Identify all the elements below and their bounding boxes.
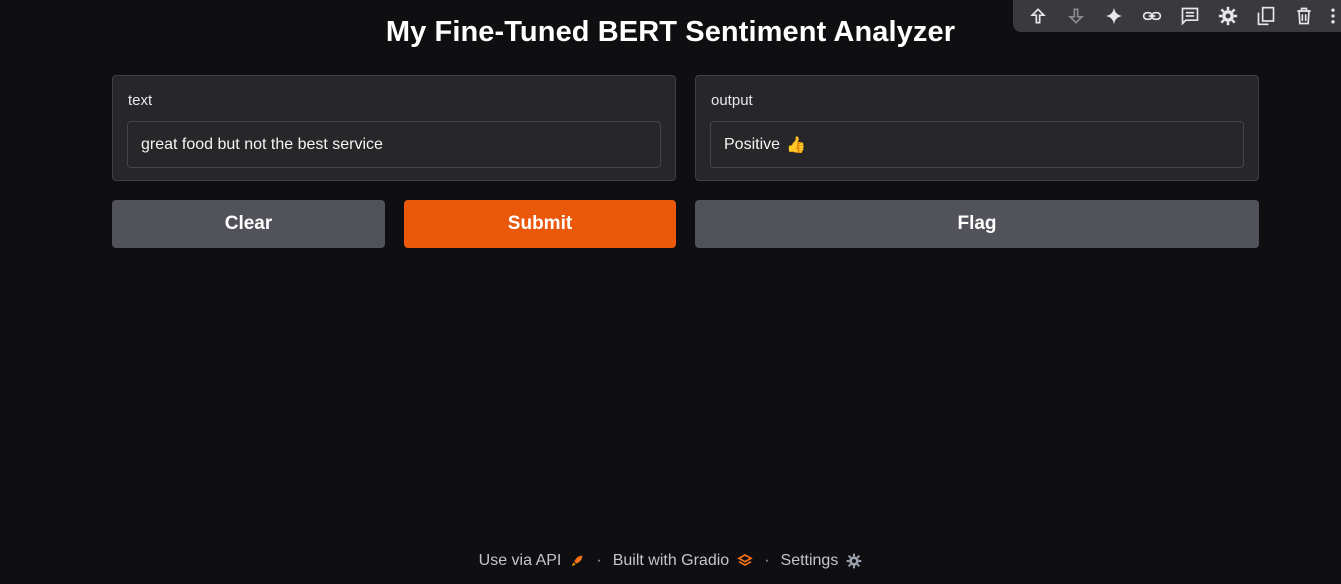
gradio-link-label: Built with Gradio [612, 552, 730, 569]
arrow-down-icon [1068, 8, 1084, 24]
arrow-up-icon [1030, 8, 1046, 24]
move-up-button[interactable] [1019, 2, 1057, 30]
text-input-field[interactable] [127, 121, 661, 168]
settings-link-label: Settings [780, 552, 839, 569]
page: My Fine-Tuned BERT Sentiment Analyzer te… [0, 0, 1341, 584]
rocket-icon [569, 553, 585, 569]
input-panel: text [112, 75, 676, 181]
ai-button[interactable] [1095, 2, 1133, 30]
output-panel: output Positive 👍 [695, 75, 1259, 181]
more-button[interactable] [1323, 2, 1341, 30]
delete-button[interactable] [1285, 2, 1323, 30]
move-down-button[interactable] [1057, 2, 1095, 30]
footer-separator: · [764, 552, 770, 569]
output-label: output [711, 92, 753, 109]
more-vert-icon [1331, 8, 1335, 24]
cell-toolbar [1013, 0, 1341, 32]
comment-icon [1181, 7, 1199, 26]
thumbs-up-icon: 👍 [786, 136, 806, 154]
mirror-cell-icon [1257, 6, 1275, 26]
output-field: Positive 👍 [710, 121, 1244, 168]
settings-link[interactable]: Settings [781, 552, 863, 570]
footer-separator: · [596, 552, 602, 569]
submit-button[interactable]: Submit [404, 200, 676, 248]
gear-icon [846, 553, 862, 569]
sparkle-icon [1105, 7, 1123, 25]
flag-button[interactable]: Flag [695, 200, 1259, 248]
use-via-api-link[interactable]: Use via API [479, 552, 586, 570]
clear-button[interactable]: Clear [112, 200, 385, 248]
mirror-cell-button[interactable] [1247, 2, 1285, 30]
text-input[interactable] [141, 135, 660, 154]
copy-link-button[interactable] [1133, 2, 1171, 30]
footer: Use via API · Built with Gradio · Settin… [0, 552, 1341, 570]
input-label: text [128, 92, 153, 109]
settings-button[interactable] [1209, 2, 1247, 30]
gear-icon [1218, 6, 1238, 26]
delete-icon [1297, 7, 1311, 25]
link-icon [1142, 11, 1162, 21]
comment-button[interactable] [1171, 2, 1209, 30]
built-with-gradio-link[interactable]: Built with Gradio [613, 552, 754, 570]
gradio-logo-icon [737, 553, 753, 569]
api-link-label: Use via API [478, 552, 562, 569]
output-value: Positive [724, 135, 781, 153]
